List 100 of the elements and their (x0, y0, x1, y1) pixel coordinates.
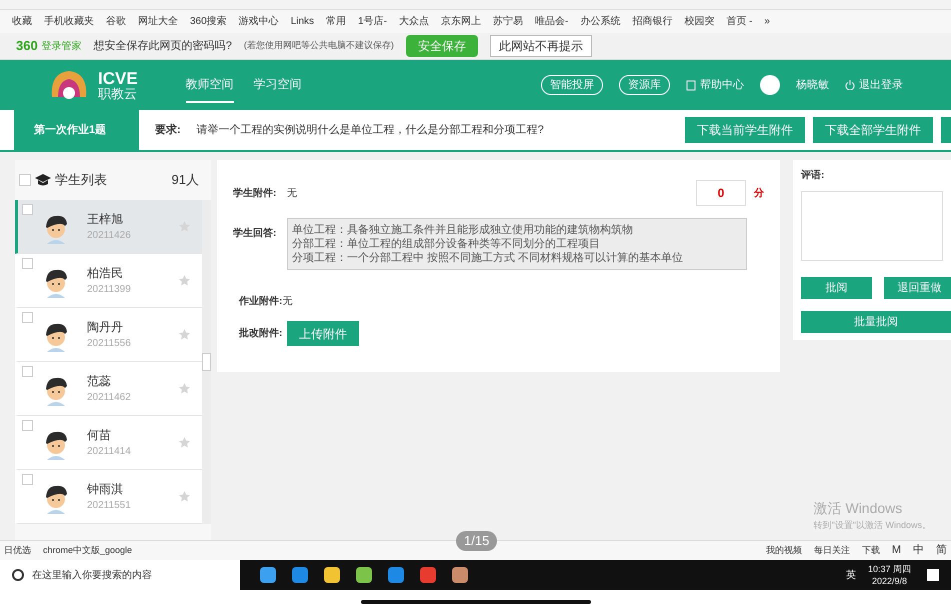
star-icon[interactable] (179, 275, 190, 286)
student-item[interactable]: 陶丹丹 20211556 (15, 308, 202, 362)
bookmark[interactable]: 360搜索 (190, 14, 227, 29)
bookmark[interactable]: 办公系统 (580, 14, 620, 29)
star-icon[interactable] (179, 383, 190, 394)
student-name: 陶丹丹 (87, 319, 124, 336)
address-bar[interactable] (0, 0, 951, 10)
taskbar-app-icon[interactable] (452, 567, 468, 583)
student-item[interactable]: 钟雨淇 20211551 (15, 470, 202, 524)
taskbar-search[interactable]: 在这里输入你要搜索的内容 (0, 560, 240, 590)
activation-text: 转到"设置"以激活 Windows。 (814, 518, 931, 532)
password-question: 想安全保存此网页的密码吗? (94, 38, 232, 54)
field-label: 学生回答: (233, 226, 278, 241)
ime-indicator[interactable]: 中 (913, 542, 924, 559)
student-name: 范蕊 (87, 373, 112, 390)
student-checkbox[interactable] (22, 312, 33, 323)
document-icon (686, 80, 696, 90)
bookmark[interactable]: 谷歌 (106, 14, 126, 29)
brand-sub-label: 登录管家 (42, 40, 82, 54)
taskbar-app-icon[interactable] (292, 567, 308, 583)
star-icon[interactable] (179, 329, 190, 340)
student-id: 20211399 (87, 283, 132, 297)
bookmark[interactable]: 网址大全 (138, 14, 178, 29)
bookmark[interactable]: 唯品会- (534, 14, 568, 29)
student-checkbox[interactable] (22, 366, 33, 377)
page-counter: 1/15 (456, 531, 498, 550)
taskbar-app-icon[interactable] (260, 567, 276, 583)
home-indicator[interactable] (360, 600, 590, 604)
cut-off-button[interactable] (941, 117, 951, 143)
search-icon (12, 569, 24, 581)
student-count: 91人 (172, 171, 199, 190)
ime-indicator[interactable]: M (892, 542, 901, 559)
bookmark[interactable]: 大众点 (398, 14, 429, 29)
password-hint: (若您使用网吧等公共电脑不建议保存) (244, 39, 394, 52)
student-item[interactable]: 柏浩民 20211399 (15, 254, 202, 308)
student-checkbox[interactable] (22, 258, 33, 269)
student-name: 何苗 (87, 427, 112, 444)
language-indicator[interactable]: 英 (846, 568, 856, 582)
status-item[interactable]: 我的视频 (766, 544, 802, 558)
bookmark[interactable]: 1号店- (358, 14, 387, 29)
field-label: 学生附件: (233, 186, 278, 200)
graduation-cap-icon (35, 174, 51, 186)
clock-time: 10:37 周四 (868, 563, 911, 575)
field-label: 作业附件: (239, 294, 282, 309)
bookmark[interactable]: 收藏 (12, 14, 32, 29)
score-field[interactable]: 0 (696, 180, 746, 206)
activation-title: 激活 Windows (814, 498, 904, 518)
student-item[interactable]: 王梓旭 20211426 (15, 200, 202, 254)
logo-text: ICVE (98, 70, 138, 87)
student-id: 20211414 (87, 445, 132, 459)
never-button[interactable]: 此网站不再提示 (490, 35, 592, 57)
field-label: 批改附件: (239, 326, 284, 341)
student-item[interactable]: 何苗 20211414 (15, 416, 202, 470)
bookmark[interactable]: Links (290, 14, 314, 29)
select-all-checkbox[interactable] (19, 174, 31, 186)
requirement-text: 请举一个工程的实例说明什么是单位工程，什么是分部工程和分项工程? (196, 122, 545, 138)
bookmark[interactable]: 手机收藏夹 (44, 14, 94, 29)
status-item[interactable]: 下载 (862, 544, 880, 558)
comment-label: 评语: (801, 168, 826, 183)
status-item[interactable]: 每日关注 (814, 544, 850, 558)
requirement-label: 要求: (155, 122, 181, 138)
bookmark[interactable]: 校园突 (684, 14, 714, 29)
student-id: 20211462 (87, 391, 132, 405)
star-icon[interactable] (179, 491, 190, 502)
bookmark[interactable]: 游戏中心 (238, 14, 279, 29)
taskbar-app-icon[interactable] (324, 567, 340, 583)
bookmark[interactable]: 苏宁易 (492, 14, 523, 29)
power-icon (845, 80, 855, 90)
bookmark[interactable]: 招商银行 (632, 14, 672, 29)
student-checkbox[interactable] (22, 204, 33, 215)
bookmark[interactable]: 常用 (326, 14, 346, 29)
field-value: 无 (282, 295, 292, 309)
list-title: 学生列表 (55, 171, 108, 190)
field-value: 无 (287, 186, 298, 200)
brand-label: 360 (16, 37, 38, 56)
student-id: 20211556 (87, 337, 132, 351)
more-bookmarks[interactable]: » (764, 14, 770, 29)
clock-date: 2022/9/8 (872, 575, 907, 587)
user-name: 杨晓敏 (796, 78, 829, 93)
ime-indicator[interactable]: 简 (936, 542, 947, 559)
bookmark[interactable]: 首页 - (726, 14, 752, 29)
student-name: 钟雨淇 (87, 481, 124, 498)
logo-subtitle: 职教云 (98, 87, 138, 100)
user-avatar (760, 75, 780, 95)
answer-box[interactable]: 单位工程：具备独立施工条件并且能形成独立使用功能的建筑物构筑物 分部工程：单位工程的组成部分设备种类等不同划分的工程项目 分项工程：一个分部工程中 按照不同施工方式 不同材料规格可以计算的基本单位 (287, 218, 747, 270)
comment-field[interactable] (801, 191, 943, 261)
status-text: 日优选 (4, 544, 31, 557)
student-checkbox[interactable] (22, 420, 33, 431)
taskbar-app-icon[interactable] (356, 567, 372, 583)
scrollbar[interactable] (202, 200, 211, 524)
homework-title: 第一次作业1题 (14, 110, 139, 150)
score-unit: 分 (754, 186, 764, 200)
taskbar-app-icon[interactable] (388, 567, 404, 583)
status-tab[interactable]: chrome中文版_google (43, 544, 132, 558)
notification-icon[interactable] (927, 569, 939, 581)
student-checkbox[interactable] (22, 474, 33, 485)
student-item[interactable]: 范蕊 20211462 (15, 362, 202, 416)
star-icon[interactable] (179, 437, 190, 448)
student-id: 20211426 (87, 229, 132, 243)
bookmark[interactable]: 京东网上 (440, 14, 481, 29)
